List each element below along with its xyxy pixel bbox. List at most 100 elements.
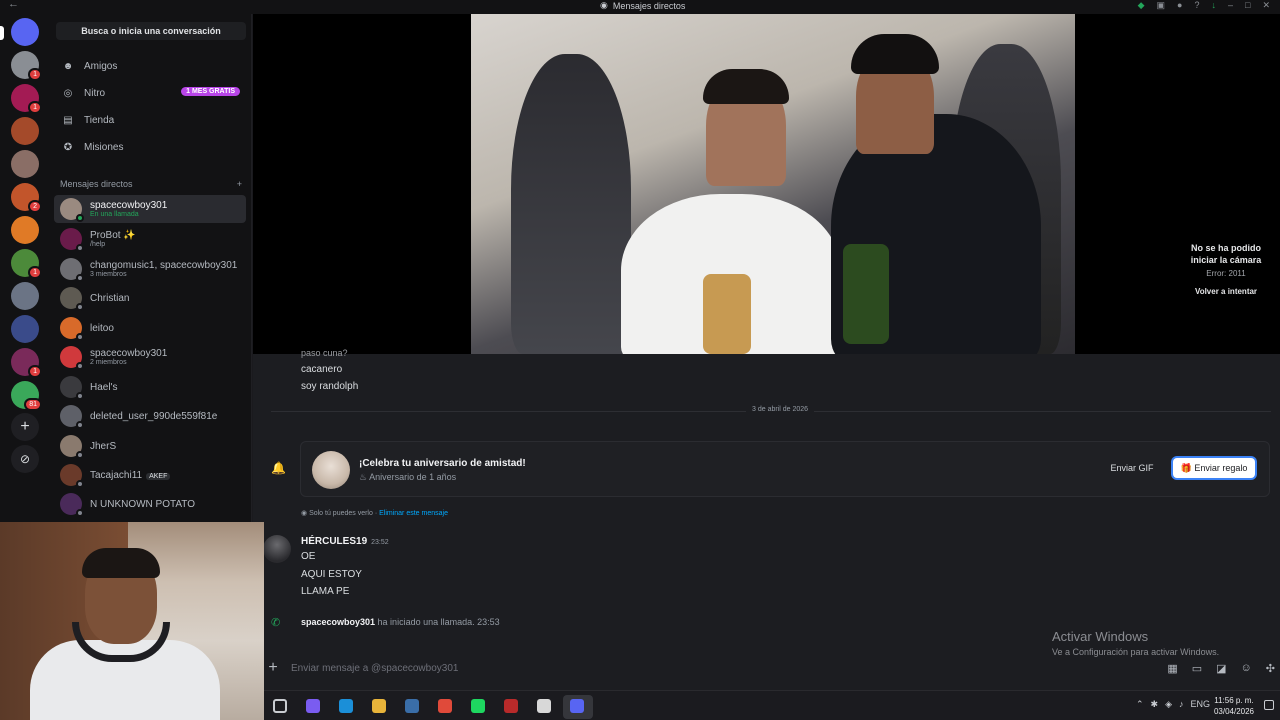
notification-icon[interactable] <box>1264 700 1274 710</box>
server-mention-badge: 81 <box>24 398 42 411</box>
caller-name[interactable]: spacecowboy301 <box>301 617 375 627</box>
activities-icon[interactable]: ✣ <box>1266 662 1275 675</box>
chrome-icon[interactable] <box>438 699 452 713</box>
clock-time: 11:56 p. m. <box>1214 696 1254 705</box>
message-line: cacanero <box>301 364 343 375</box>
server-icon[interactable] <box>11 18 39 46</box>
server-icon[interactable] <box>11 117 39 145</box>
author-avatar[interactable] <box>263 535 291 563</box>
app-red-icon[interactable] <box>504 699 518 713</box>
inbox-icon[interactable]: ▣ <box>1157 0 1166 11</box>
server-icon[interactable] <box>11 282 39 310</box>
dm-text: Christian <box>90 293 129 304</box>
mic-icon[interactable]: ● <box>1177 0 1182 11</box>
network-icon[interactable]: ◈ <box>1165 699 1172 710</box>
spotify-icon[interactable] <box>471 699 485 713</box>
chevron-up-icon[interactable]: ⌃ <box>1136 699 1144 710</box>
gif-icon[interactable]: ▭ <box>1192 662 1202 675</box>
help-icon[interactable]: ? <box>1194 0 1199 11</box>
copilot-icon[interactable] <box>306 699 320 713</box>
eye-icon: ◉ <box>301 510 310 517</box>
windows-activation-watermark: Activar Windows Ve a Configuración para … <box>1052 629 1219 657</box>
message-line: OE <box>301 551 316 562</box>
server-icon[interactable]: 1 <box>11 348 42 378</box>
sticker-icon[interactable]: ◪ <box>1216 662 1226 675</box>
maximize-icon[interactable]: □ <box>1245 0 1250 11</box>
add-server-icon[interactable]: + <box>11 413 39 441</box>
server-icon[interactable]: 81 <box>11 381 42 411</box>
retry-button[interactable]: Volver a intentar <box>1178 287 1274 296</box>
new-dm-icon[interactable]: + <box>237 179 242 189</box>
nav-shop[interactable]: ▤ Tienda <box>58 109 246 131</box>
dm-item[interactable]: deleted_user_990de559f81e <box>54 402 246 430</box>
nitro-icon[interactable]: ◆ <box>1138 0 1145 11</box>
delete-message-link[interactable]: Eliminar este mensaje <box>379 510 448 517</box>
stream-video[interactable] <box>471 14 1075 354</box>
avatar <box>60 228 84 252</box>
dm-name-text: Christian <box>90 292 130 304</box>
dm-item[interactable]: spacecowboy301 En una llamada <box>54 195 246 223</box>
message-input[interactable] <box>291 662 1168 674</box>
server-icon[interactable]: 1 <box>11 51 42 81</box>
dm-name: Hael's <box>90 382 117 393</box>
discover-icon[interactable]: ⊘ <box>11 445 39 473</box>
status-dot <box>76 303 84 311</box>
minimize-icon[interactable]: – <box>1228 0 1233 11</box>
dm-item[interactable]: Tacajachi11 AKEF <box>54 461 246 489</box>
avatar <box>60 405 84 429</box>
apps-icon[interactable]: ▦ <box>1167 662 1177 675</box>
edge-icon[interactable] <box>339 699 353 713</box>
server-icon[interactable]: 2 <box>11 183 42 213</box>
back-arrow-icon[interactable]: ← <box>8 0 19 10</box>
dm-item[interactable]: N UNKNOWN POTATO <box>54 490 246 518</box>
close-icon[interactable]: ✕ <box>1262 0 1270 11</box>
avatar <box>60 376 84 400</box>
window-title: Mensajes directos <box>612 0 686 11</box>
dm-item[interactable]: leitoo <box>54 314 246 342</box>
steam-icon[interactable] <box>405 699 419 713</box>
dm-item[interactable]: JherS <box>54 432 246 460</box>
nav-nitro[interactable]: ◎ Nitro 1 MES GRATIS <box>58 82 246 104</box>
server-rail: + ⊘ 1 1 2 1 1 81 <box>0 14 50 522</box>
task-view-icon[interactable] <box>273 699 287 713</box>
dm-item[interactable]: Christian <box>54 284 246 312</box>
status-dot <box>76 451 84 459</box>
message-author: HÉRCULES19 23:52 <box>301 536 389 547</box>
dm-header-label: Mensajes directos <box>60 179 133 189</box>
download-icon[interactable]: ↓ <box>1212 0 1217 11</box>
nav-label: Tienda <box>84 114 115 126</box>
bluetooth-icon[interactable]: ✱ <box>1151 699 1159 710</box>
webcam-hair <box>82 548 160 578</box>
dm-item[interactable]: spacecowboy301 2 miembros <box>54 343 246 371</box>
dm-item[interactable]: changomusic1, spacecowboy301 3 miembros <box>54 255 246 283</box>
emoji-icon[interactable]: ☺ <box>1241 662 1252 675</box>
search-button[interactable]: Busca o inicia una conversación <box>56 22 246 40</box>
date-divider-label: 3 de abril de 2026 <box>746 406 815 413</box>
dm-name-text: leitoo <box>90 322 114 334</box>
dm-item[interactable]: ProBot ✨/help <box>54 225 246 253</box>
author-name[interactable]: HÉRCULES19 <box>301 536 367 547</box>
discord-icon[interactable] <box>570 699 584 713</box>
server-icon[interactable] <box>11 216 39 244</box>
server-icon[interactable] <box>11 150 39 178</box>
server-icon[interactable] <box>11 315 39 343</box>
guild-tag: AKEF <box>146 472 171 480</box>
friend-avatar <box>312 451 350 489</box>
server-icon[interactable]: 1 <box>11 84 42 114</box>
files-icon[interactable] <box>372 699 386 713</box>
dm-text: ProBot ✨/help <box>90 230 136 248</box>
nav-quests[interactable]: ✪ Misiones <box>58 136 246 158</box>
volume-icon[interactable]: ♪ <box>1179 699 1184 710</box>
server-mention-badge: 1 <box>28 365 42 378</box>
status-dot <box>76 274 84 282</box>
dm-item[interactable]: Hael's <box>54 373 246 401</box>
send-gif-button[interactable]: Enviar GIF <box>1101 458 1163 478</box>
attach-plus-icon[interactable]: + <box>263 659 283 677</box>
obs-icon[interactable] <box>537 699 551 713</box>
server-icon[interactable]: 1 <box>11 249 42 279</box>
message-line: LLAMA PE <box>301 586 350 597</box>
language-label[interactable]: ENG <box>1190 699 1210 710</box>
clock[interactable]: 11:56 p. m. 03/04/2026 <box>1214 695 1254 717</box>
nav-friends[interactable]: ☻ Amigos <box>58 55 246 77</box>
send-gift-button[interactable]: 🎁 Enviar regalo <box>1173 458 1255 478</box>
